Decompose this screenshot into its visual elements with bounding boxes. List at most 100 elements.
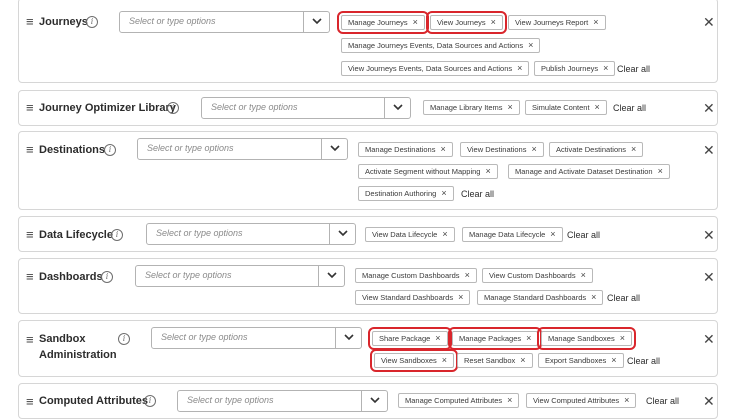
permission-tag: View Journeys × bbox=[426, 11, 507, 34]
category-title: Dashboards bbox=[39, 271, 103, 283]
permission-tag: View Sandboxes × bbox=[370, 349, 458, 372]
permission-tag: Manage Standard Dashboards × bbox=[477, 290, 604, 305]
chevron-down-icon[interactable] bbox=[335, 328, 361, 348]
permission-select[interactable]: Select or type options bbox=[119, 11, 330, 33]
remove-tag-icon[interactable]: × bbox=[465, 270, 470, 280]
remove-tag-icon[interactable]: × bbox=[526, 333, 531, 343]
chevron-down-icon[interactable] bbox=[329, 224, 355, 244]
select-placeholder: Select or type options bbox=[147, 143, 234, 153]
category-title-line-1: Sandbox bbox=[39, 333, 86, 345]
clear-all-link[interactable]: Clear all bbox=[607, 292, 640, 304]
remove-tag-icon[interactable]: × bbox=[603, 63, 608, 73]
remove-tag-icon[interactable]: × bbox=[631, 144, 636, 154]
remove-tag-icon[interactable]: × bbox=[624, 395, 629, 405]
clear-all-link[interactable]: Clear all bbox=[617, 63, 650, 75]
permission-tag: View Custom Dashboards × bbox=[482, 268, 593, 283]
category-title: Destinations bbox=[39, 144, 106, 156]
select-placeholder: Select or type options bbox=[161, 332, 248, 342]
permission-card-sandbox-administration: ≡ Sandbox Administration i Select or typ… bbox=[18, 320, 718, 377]
remove-tag-icon[interactable]: × bbox=[591, 292, 596, 302]
permission-select[interactable]: Select or type options bbox=[146, 223, 356, 245]
info-icon[interactable]: i bbox=[104, 144, 116, 156]
info-icon[interactable]: i bbox=[86, 16, 98, 28]
select-placeholder: Select or type options bbox=[211, 102, 298, 112]
info-icon[interactable]: i bbox=[101, 271, 113, 283]
clear-all-link[interactable]: Clear all bbox=[627, 355, 660, 367]
remove-tag-icon[interactable]: × bbox=[581, 270, 586, 280]
permission-select[interactable]: Select or type options bbox=[201, 97, 411, 119]
chevron-down-icon[interactable] bbox=[303, 12, 329, 32]
category-title: Journey Optimizer Library bbox=[39, 102, 176, 114]
permission-card-computed-attributes: ≡ Computed Attributes i Select or type o… bbox=[18, 383, 718, 419]
permission-card-destinations: ≡ Destinations i Select or type options … bbox=[18, 131, 718, 210]
remove-tag-icon[interactable]: × bbox=[620, 333, 625, 343]
info-icon[interactable]: i bbox=[167, 102, 179, 114]
drag-handle-icon[interactable]: ≡ bbox=[26, 395, 34, 408]
clear-all-link[interactable]: Clear all bbox=[613, 102, 646, 114]
permission-tag: Publish Journeys × bbox=[534, 61, 616, 76]
category-title: Data Lifecycle bbox=[39, 229, 113, 241]
clear-all-link[interactable]: Clear all bbox=[567, 229, 600, 241]
permission-tag: Manage Library Items × bbox=[423, 100, 520, 115]
remove-tag-icon[interactable]: × bbox=[550, 229, 555, 239]
permission-tag: View Journeys Report × bbox=[508, 15, 606, 30]
close-icon[interactable]: ✕ bbox=[703, 228, 715, 242]
permission-tag: Manage Journeys × bbox=[337, 11, 429, 34]
remove-tag-icon[interactable]: × bbox=[485, 166, 490, 176]
drag-handle-icon[interactable]: ≡ bbox=[26, 228, 34, 241]
info-icon[interactable]: i bbox=[111, 229, 123, 241]
close-icon[interactable]: ✕ bbox=[703, 143, 715, 157]
permission-tag: Export Sandboxes × bbox=[538, 353, 624, 368]
close-icon[interactable]: ✕ bbox=[703, 270, 715, 284]
drag-handle-icon[interactable]: ≡ bbox=[26, 143, 34, 156]
clear-all-link[interactable]: Clear all bbox=[646, 395, 679, 407]
remove-tag-icon[interactable]: × bbox=[491, 17, 496, 27]
chevron-down-icon[interactable] bbox=[318, 266, 344, 286]
select-placeholder: Select or type options bbox=[129, 16, 216, 26]
remove-tag-icon[interactable]: × bbox=[517, 63, 522, 73]
chevron-down-icon[interactable] bbox=[384, 98, 410, 118]
permission-select[interactable]: Select or type options bbox=[135, 265, 345, 287]
permission-select[interactable]: Select or type options bbox=[151, 327, 362, 349]
remove-tag-icon[interactable]: × bbox=[435, 333, 440, 343]
remove-tag-icon[interactable]: × bbox=[507, 395, 512, 405]
drag-handle-icon[interactable]: ≡ bbox=[26, 270, 34, 283]
permission-tag: Activate Destinations × bbox=[549, 142, 644, 157]
drag-handle-icon[interactable]: ≡ bbox=[26, 15, 34, 28]
close-icon[interactable]: ✕ bbox=[703, 101, 715, 115]
remove-tag-icon[interactable]: × bbox=[658, 166, 663, 176]
remove-tag-icon[interactable]: × bbox=[595, 102, 600, 112]
remove-tag-icon[interactable]: × bbox=[458, 292, 463, 302]
remove-tag-icon[interactable]: × bbox=[442, 229, 447, 239]
info-icon[interactable]: i bbox=[118, 333, 130, 345]
drag-handle-icon[interactable]: ≡ bbox=[26, 333, 34, 346]
remove-tag-icon[interactable]: × bbox=[531, 144, 536, 154]
remove-tag-icon[interactable]: × bbox=[440, 144, 445, 154]
remove-tag-icon[interactable]: × bbox=[593, 17, 598, 27]
permission-card-data-lifecycle: ≡ Data Lifecycle i Select or type option… bbox=[18, 216, 718, 252]
close-icon[interactable]: ✕ bbox=[703, 332, 715, 346]
close-icon[interactable]: ✕ bbox=[703, 394, 715, 408]
permission-tag: Simulate Content × bbox=[525, 100, 607, 115]
close-icon[interactable]: ✕ bbox=[703, 15, 715, 29]
permission-tag: View Data Lifecycle × bbox=[365, 227, 455, 242]
permission-tag: Manage Computed Attributes × bbox=[398, 393, 520, 408]
clear-all-link[interactable]: Clear all bbox=[461, 188, 494, 200]
drag-handle-icon[interactable]: ≡ bbox=[26, 101, 34, 114]
remove-tag-icon[interactable]: × bbox=[520, 355, 525, 365]
permission-select[interactable]: Select or type options bbox=[177, 390, 388, 412]
chevron-down-icon[interactable] bbox=[361, 391, 387, 411]
permission-tag: Manage Data Lifecycle × bbox=[462, 227, 563, 242]
permission-tag: Manage Packages × bbox=[447, 327, 543, 350]
remove-tag-icon[interactable]: × bbox=[442, 355, 447, 365]
category-title: Journeys bbox=[39, 16, 88, 28]
select-placeholder: Select or type options bbox=[145, 270, 232, 280]
remove-tag-icon[interactable]: × bbox=[413, 17, 418, 27]
remove-tag-icon[interactable]: × bbox=[508, 102, 513, 112]
remove-tag-icon[interactable]: × bbox=[441, 188, 446, 198]
permission-select[interactable]: Select or type options bbox=[137, 138, 348, 160]
remove-tag-icon[interactable]: × bbox=[528, 40, 533, 50]
remove-tag-icon[interactable]: × bbox=[611, 355, 616, 365]
info-icon[interactable]: i bbox=[144, 395, 156, 407]
chevron-down-icon[interactable] bbox=[321, 139, 347, 159]
